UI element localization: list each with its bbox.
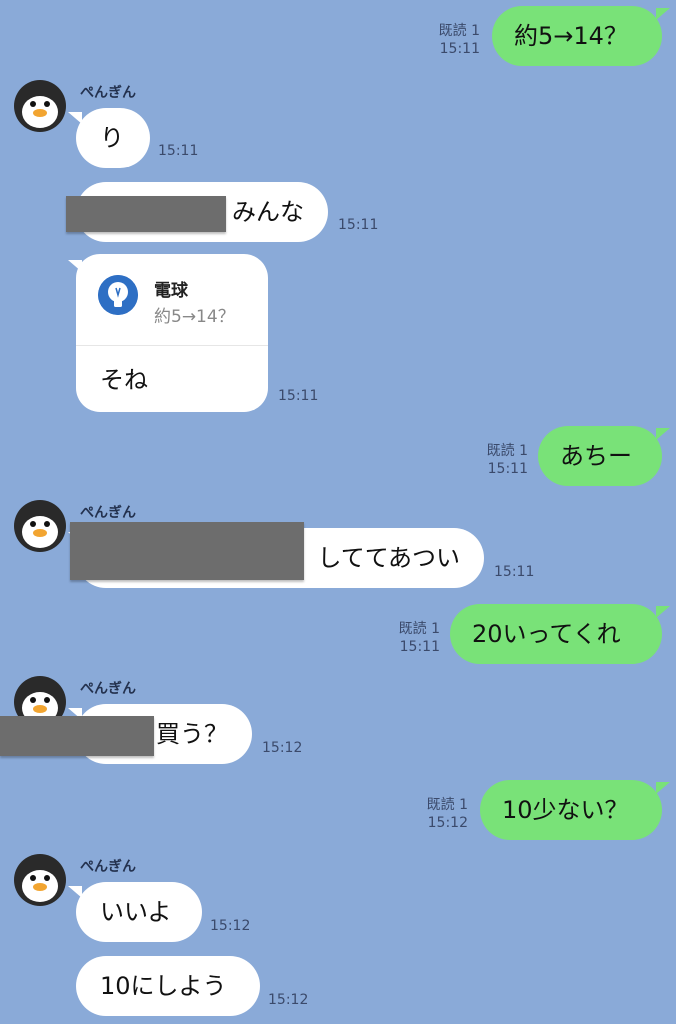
message-time: 15:11 [278, 388, 319, 404]
read-status: 既読 1 [426, 797, 468, 813]
message-time: 15:12 [262, 740, 303, 756]
divider [76, 345, 268, 346]
penguin-avatar[interactable] [14, 80, 66, 132]
read-status: 既読 1 [486, 443, 528, 459]
reply-text: そね [100, 366, 148, 394]
message-bubble[interactable]: 約5→14？ [492, 6, 670, 66]
contact-name: ぺんぎん [80, 681, 136, 697]
lightbulb-icon [98, 275, 138, 315]
message-time: 15:11 [338, 217, 379, 233]
reply-sender: 電球 [154, 281, 188, 301]
message-time: 15:11 [487, 461, 528, 477]
read-status: 既読 1 [438, 23, 480, 39]
message-bubble[interactable]: 10少ない？ [480, 780, 670, 840]
message-time: 15:12 [427, 815, 468, 831]
reply-card[interactable]: 電球 約5→14？ そね [68, 254, 268, 412]
message-bubble[interactable]: 20いってくれ [450, 604, 670, 664]
message-time: 15:11 [494, 564, 535, 580]
redaction-block [66, 196, 226, 232]
contact-name: ぺんぎん [80, 859, 136, 875]
message-bubble[interactable]: 10にしよう [76, 956, 260, 1016]
message-bubble[interactable]: いいよ [68, 882, 202, 942]
read-status: 既読 1 [398, 621, 440, 637]
message-bubble[interactable]: り [68, 108, 150, 168]
message-time: 15:11 [439, 41, 480, 57]
contact-name: ぺんぎん [80, 505, 136, 521]
contact-name: ぺんぎん [80, 85, 136, 101]
redaction-block [70, 522, 304, 580]
redaction-block [0, 716, 154, 756]
penguin-avatar[interactable] [14, 854, 66, 906]
message-time: 15:11 [399, 639, 440, 655]
message-bubble[interactable]: あちー [538, 426, 670, 486]
reply-quote: 約5→14？ [154, 307, 235, 327]
chat-log: 既読 1 15:11 約5→14？ ぺんぎん り 15:11 みんな 15:11… [0, 0, 676, 1024]
message-time: 15:12 [268, 992, 309, 1008]
penguin-avatar[interactable] [14, 500, 66, 552]
message-time: 15:12 [210, 918, 251, 934]
message-time: 15:11 [158, 143, 199, 159]
